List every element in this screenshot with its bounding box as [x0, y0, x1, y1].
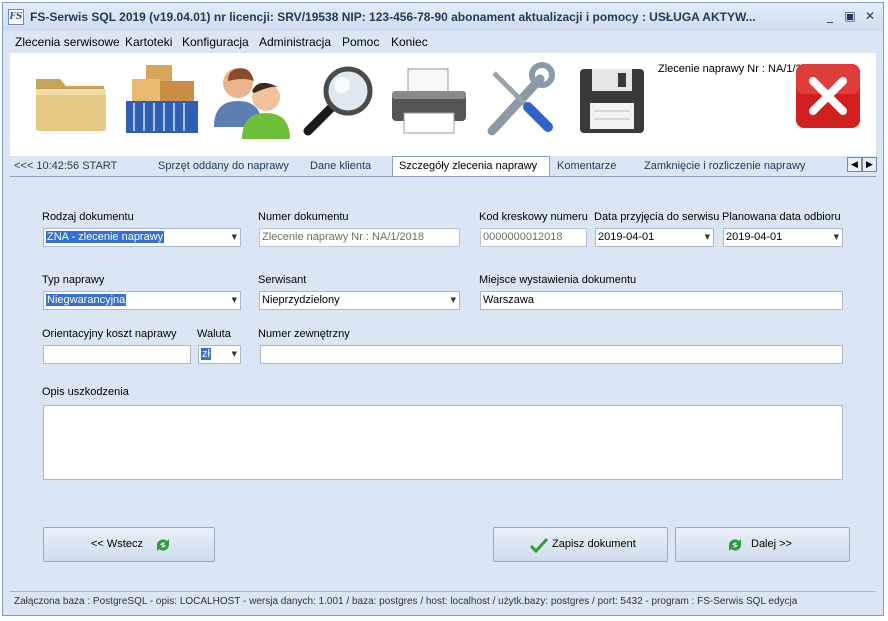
chevron-down-icon: ▼	[231, 350, 237, 358]
estimated-cost-label: Orientacyjny koszt naprawy	[42, 328, 177, 340]
technician-select[interactable]: Nieprzydzielony ▼	[259, 291, 460, 310]
tab-sprzet[interactable]: Sprzęt oddany do naprawy	[158, 160, 289, 172]
doc-type-select[interactable]: ZNA - zlecenie naprawy ▼	[43, 228, 241, 247]
tab-start[interactable]: <<< 10:42:56 START	[14, 160, 117, 172]
damage-description-textarea[interactable]	[43, 405, 843, 480]
tab-dane-klienta[interactable]: Dane klienta	[310, 160, 371, 172]
external-number-label: Numer zewnętrzny	[258, 328, 350, 340]
title-bar: FS FS-Serwis SQL 2019 (v19.04.01) nr lic…	[3, 3, 883, 31]
details-panel: Rodzaj dokumentu Numer dokumentu Kod kre…	[10, 177, 876, 589]
floppy-disk-icon[interactable]	[576, 65, 648, 137]
place-label: Miejsce wystawienia dokumentu	[479, 274, 637, 286]
tab-scroll-right-icon[interactable]: ▶	[862, 157, 877, 172]
window-title: FS-Serwis SQL 2019 (v19.04.01) nr licenc…	[30, 10, 756, 24]
technician-label: Serwisant	[258, 274, 307, 286]
currency-select[interactable]: zł ▼	[198, 345, 241, 364]
place-field[interactable]: Warszawa	[480, 291, 843, 310]
chevron-down-icon: ▼	[231, 233, 237, 241]
currency-label: Waluta	[197, 328, 231, 340]
refresh-icon	[157, 539, 169, 551]
planned-pickup-picker[interactable]: 2019-04-01 ▼	[723, 228, 843, 247]
barcode-field[interactable]: 0000000012018	[480, 228, 587, 247]
back-button-label: << Wstecz	[91, 538, 143, 550]
app-logo-icon: FS	[8, 9, 24, 25]
tools-icon[interactable]	[478, 61, 558, 141]
menu-zlecenia-serwisowe[interactable]: Zlecenia serwisowe	[15, 35, 120, 49]
printer-icon[interactable]	[388, 67, 470, 137]
planned-pickup-label: Planowana data odbioru	[722, 211, 841, 223]
estimated-cost-field[interactable]	[43, 345, 191, 364]
menu-pomoc[interactable]: Pomoc	[342, 35, 379, 49]
menu-bar: Zlecenia serwisowe Kartoteki Konfiguracj…	[3, 31, 883, 53]
next-button-label: Dalej >>	[751, 538, 792, 550]
save-button-label: Zapisz dokument	[552, 538, 636, 550]
received-date-picker[interactable]: 2019-04-01 ▼	[595, 228, 714, 247]
checkmark-icon	[530, 537, 548, 553]
users-icon[interactable]	[210, 61, 296, 141]
close-icon[interactable]	[793, 61, 863, 131]
back-button[interactable]: << Wstecz	[43, 527, 215, 562]
status-bar: Załączona baza : PostgreSQL - opis: LOCA…	[10, 591, 876, 612]
status-text: Załączona baza : PostgreSQL - opis: LOCA…	[14, 596, 798, 607]
menu-konfiguracja[interactable]: Konfiguracja	[182, 35, 249, 49]
magnifier-icon[interactable]	[300, 63, 380, 139]
next-button[interactable]: Dalej >>	[675, 527, 850, 562]
menu-koniec[interactable]: Koniec	[391, 35, 428, 49]
chevron-down-icon: ▼	[450, 296, 456, 304]
maximize-button[interactable]: ▣	[843, 9, 857, 23]
tab-komentarze[interactable]: Komentarze	[557, 160, 616, 172]
menu-kartoteki[interactable]: Kartoteki	[125, 35, 172, 49]
barcode-label: Kod kreskowy numeru	[479, 211, 588, 223]
toolbar: Zlecenie naprawy Nr : NA/1/2018	[10, 53, 876, 157]
damage-description-label: Opis uszkodzenia	[42, 386, 129, 398]
menu-administracja[interactable]: Administracja	[259, 35, 331, 49]
boxes-basket-icon[interactable]	[122, 61, 202, 141]
folder-icon[interactable]	[30, 67, 110, 137]
chevron-down-icon: ▼	[231, 296, 237, 304]
external-number-field[interactable]	[260, 345, 843, 364]
chevron-down-icon: ▼	[704, 233, 710, 241]
repair-type-label: Typ naprawy	[42, 274, 105, 286]
tab-zamkniecie[interactable]: Zamknięcie i rozliczenie naprawy	[644, 160, 805, 172]
app-window: FS FS-Serwis SQL 2019 (v19.04.01) nr lic…	[2, 2, 884, 616]
minimize-button[interactable]: _	[823, 9, 837, 23]
received-date-label: Data przyjęcia do serwisu	[594, 211, 720, 223]
tab-bar: <<< 10:42:56 START Sprzęt oddany do napr…	[10, 156, 877, 177]
tab-szczegoly[interactable]: Szczegóły zlecenia naprawy	[392, 156, 550, 176]
close-window-button[interactable]: ✕	[863, 9, 877, 23]
repair-type-select[interactable]: Niegwarancyjna ▼	[43, 291, 241, 310]
doc-number-field[interactable]: Zlecenie naprawy Nr : NA/1/2018	[259, 228, 460, 247]
doc-type-label: Rodzaj dokumentu	[42, 211, 134, 223]
doc-number-label: Numer dokumentu	[258, 211, 349, 223]
refresh-icon	[729, 539, 741, 551]
chevron-down-icon: ▼	[833, 233, 839, 241]
save-document-button[interactable]: Zapisz dokument	[493, 527, 668, 562]
tab-scroll-left-icon[interactable]: ◀	[847, 157, 862, 172]
